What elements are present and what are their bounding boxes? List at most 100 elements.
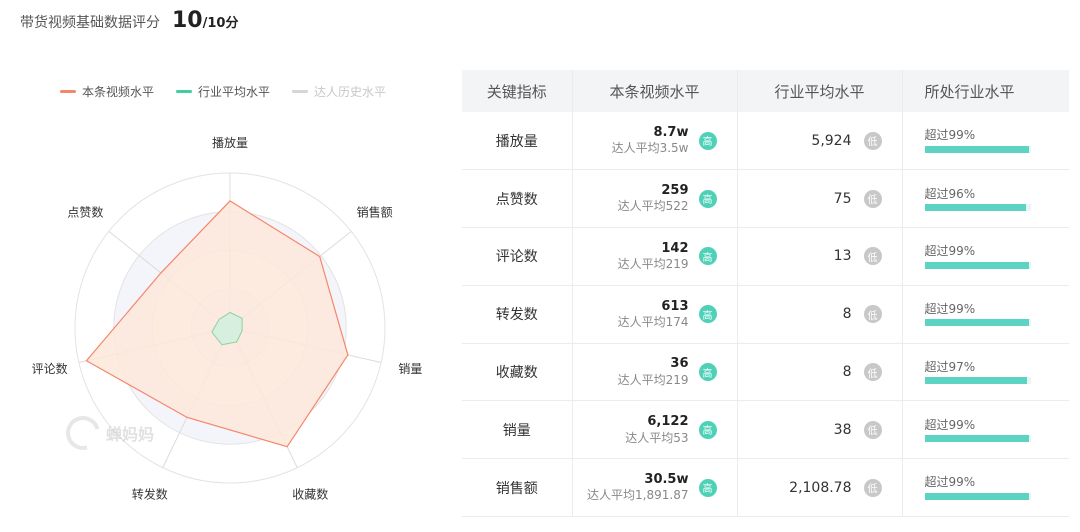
industry-avg-cell: 13 低 [736,227,902,286]
table-row: 转发数 613 达人平均174 高 8 低 超过99% [462,285,1069,344]
header-industry-rank: 所处行业水平 [901,70,1069,112]
legend-label-history: 达人历史水平 [314,85,387,99]
high-badge: 高 [698,305,717,324]
radar-chart: 播放量销售额销量收藏数 转发数 评论数 点赞数 [32,135,423,502]
rank-text: 超过96% [924,186,976,201]
low-badge: 低 [863,363,882,382]
self-value: 36 [670,356,689,372]
industry-avg-cell: 5,924 低 [736,112,902,171]
table-row: 评论数 142 达人平均219 高 13 低 超过99% [462,227,1069,286]
industry-rank-cell: 超过99% [901,112,1069,171]
rank-text: 超过97% [924,359,976,374]
radar-axis-label: 转发数 [132,487,168,502]
self-level-cell: 613 达人平均174 高 [571,285,737,344]
rank-progress-fill [924,435,1030,443]
legend-swatch-history [292,90,309,93]
legend-item-industry[interactable]: 行业平均水平 [176,83,270,100]
table-row: 销售额 30.5w 达人平均1,891.87 高 2,108.78 低 超过99% [462,458,1069,518]
radar-legend: 本条视频水平 行业平均水平 达人历史水平 [60,83,386,100]
score-total: /10分 [202,16,239,31]
industry-rank-cell: 超过99% [901,400,1069,460]
industry-avg-value: 75 [833,190,852,207]
self-creator-avg: 达人平均219 [617,372,689,387]
rank-progress-fill [924,377,1028,385]
self-value: 30.5w [644,472,689,488]
industry-avg-value: 8 [842,306,852,323]
metric-name: 评论数 [462,227,572,286]
rank-progress-bar [924,319,1031,327]
rank-progress-bar [924,261,1031,269]
self-value: 259 [661,183,689,199]
rank-text: 超过99% [924,302,976,317]
rank-text: 超过99% [924,244,976,259]
metric-name: 销量 [462,400,572,460]
self-level-cell: 142 达人平均219 高 [571,227,737,286]
high-badge: 高 [698,131,717,150]
self-creator-avg: 达人平均1,891.87 [587,488,689,503]
industry-rank-cell: 超过99% [901,285,1069,344]
low-badge: 低 [863,305,882,324]
metrics-table: 关键指标 本条视频水平 行业平均水平 所处行业水平 播放量 8.7w 达人平均3.5… [462,70,1069,518]
self-creator-avg: 达人平均53 [625,430,689,445]
legend-item-self[interactable]: 本条视频水平 [60,83,154,100]
radar-axis-label: 收藏数 [292,487,328,502]
self-level-cell: 259 达人平均522 高 [571,169,737,229]
metric-name: 收藏数 [462,343,572,402]
self-level-cell: 6,122 达人平均53 高 [571,400,737,460]
rank-progress-fill [924,319,1030,327]
industry-avg-cell: 8低 [736,285,902,344]
rank-text: 超过99% [924,475,976,490]
metric-name: 销售额 [462,458,572,518]
radar-axis-label: 播放量 [212,135,248,150]
low-badge: 低 [863,247,882,266]
table-row: 收藏数 36 达人平均219 高 8 低 超过97% [462,343,1069,402]
self-level-cell: 8.7w 达人平均3.5w 高 [571,112,737,171]
high-badge: 高 [698,363,717,382]
self-creator-avg: 达人平均3.5w [611,141,689,156]
watermark-logo-icon [59,409,107,457]
watermark-text: 蝉妈妈 [106,425,155,444]
legend-item-history[interactable]: 达人历史水平 [292,83,386,100]
self-creator-avg: 达人平均219 [617,257,689,272]
industry-avg-cell: 8低 [736,343,902,402]
industry-avg-value: 8 [842,364,852,381]
legend-label-industry: 行业平均水平 [198,85,271,99]
table-row: 销量 6,122 达人平均53 高 38 低 超过99% [462,400,1069,460]
table-row: 播放量 8.7w 达人平均3.5w 高 5,924 低 超过99% [462,112,1069,171]
legend-swatch-industry [176,90,193,93]
radar-axis-label: 销量 [398,362,422,376]
self-creator-avg: 达人平均174 [617,314,689,329]
rank-progress-fill [924,145,1030,153]
low-badge: 低 [863,420,882,439]
header-metric: 关键指标 [462,70,572,112]
high-badge: 高 [698,189,717,208]
score-value: 10 [172,8,203,33]
high-badge: 高 [698,420,717,439]
legend-swatch-self [60,90,76,93]
metric-name: 播放量 [462,112,572,171]
self-value: 8.7w [653,125,689,141]
metric-name: 点赞数 [462,169,572,229]
header-industry-avg: 行业平均水平 [736,70,902,112]
industry-rank-cell: 超过99% [901,227,1069,286]
rank-progress-fill [924,261,1030,269]
radar-axis-label: 销售额 [357,205,393,220]
self-value: 6,122 [647,414,689,430]
industry-avg-value: 38 [833,421,852,438]
industry-rank-cell: 超过96% [901,169,1069,229]
rank-progress-bar [924,377,1031,385]
low-badge: 低 [863,131,882,150]
self-creator-avg: 达人平均522 [617,199,689,214]
rank-progress-fill [924,492,1030,500]
industry-rank-cell: 超过97% [901,343,1069,402]
low-badge: 低 [863,189,882,208]
rank-progress-bar [924,203,1031,211]
industry-avg-cell: 75 低 [736,169,902,229]
header-self-level: 本条视频水平 [571,70,737,112]
high-badge: 高 [698,247,717,266]
watermark: 蝉妈妈 [59,409,155,457]
score-label: 带货视频基础数据评分 [20,15,160,31]
table-header-row: 关键指标 本条视频水平 行业平均水平 所处行业水平 [462,70,1069,112]
rank-progress-bar [924,435,1031,443]
industry-avg-cell: 38 低 [736,400,902,460]
